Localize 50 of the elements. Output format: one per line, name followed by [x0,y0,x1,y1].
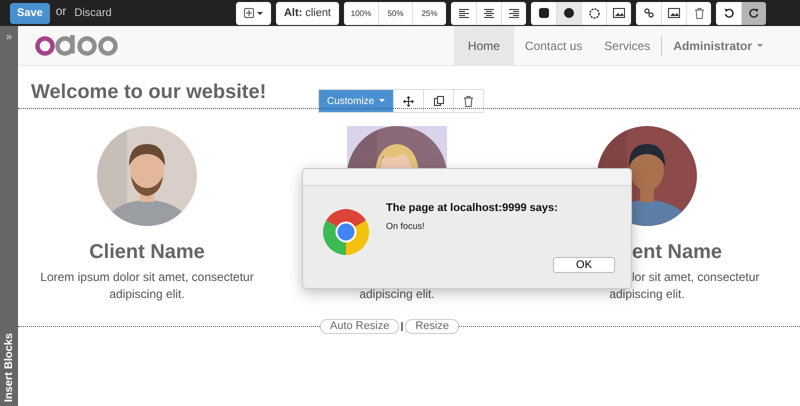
testimonial-text: lor sit amet, consectetur [632,270,760,284]
delete-button[interactable] [686,2,711,24]
image-shape-button[interactable] [606,2,631,24]
resize-handle-icon[interactable] [401,322,404,331]
circle-outline-icon [588,8,600,18]
nav-link[interactable]: Home [454,26,514,66]
save-button[interactable]: Save [10,2,50,24]
resize-button[interactable]: Resize [405,319,459,334]
redo-button[interactable] [741,2,766,24]
trash-icon [694,8,704,18]
nav-link[interactable]: Services [593,26,662,66]
page-heading: Welcome to our website! [30,80,266,105]
resize-button[interactable]: Auto Resize [320,319,400,334]
testimonial-text: adipiscing elit. [108,286,186,303]
discard-link[interactable]: Discard [74,7,112,19]
dialog-message: On focus! [386,221,426,231]
chrome-logo [323,209,369,255]
testimonial-text: adipiscing elit. [358,286,436,303]
align-left-icon [458,8,468,18]
zoom-button[interactable]: 25% [412,2,446,24]
client-name: Client Name [88,240,206,264]
customize-button[interactable]: Customize [319,90,394,112]
copy-icon [434,96,444,106]
nav-link[interactable]: Contact us [514,26,594,66]
insert-blocks-label[interactable]: Insert Blocks [3,332,15,402]
align-center-icon [484,8,494,18]
rounded-square-icon [538,8,548,18]
caret-icon [757,44,763,47]
align-button[interactable] [501,2,526,24]
ok-button[interactable]: OK [553,257,615,273]
align-right-icon [509,8,519,18]
redo-icon [749,8,759,18]
dialog-title: The page at localhost:9999 says: [386,202,558,214]
or-label: or [56,4,66,18]
undo-icon [724,8,734,18]
client-name: ent Name [632,241,722,263]
testimonial-text: adipiscing elit. [609,287,685,301]
image-icon [668,8,680,18]
link-icon [644,8,654,18]
expand-toggle[interactable]: » [6,32,12,43]
caret-icon [256,12,263,14]
user-menu[interactable]: Administrator [662,26,774,66]
caret-icon [379,99,386,102]
image-shape-button[interactable] [556,2,581,24]
circle-icon [564,8,574,18]
insert-blocks-sidebar[interactable]: » Insert Blocks [0,26,18,406]
image-icon [613,8,625,18]
testimonial-text: Lorem ipsum dolor sit amet, consectetur [39,269,255,286]
grid-icon [244,8,254,18]
move-icon [403,96,414,106]
